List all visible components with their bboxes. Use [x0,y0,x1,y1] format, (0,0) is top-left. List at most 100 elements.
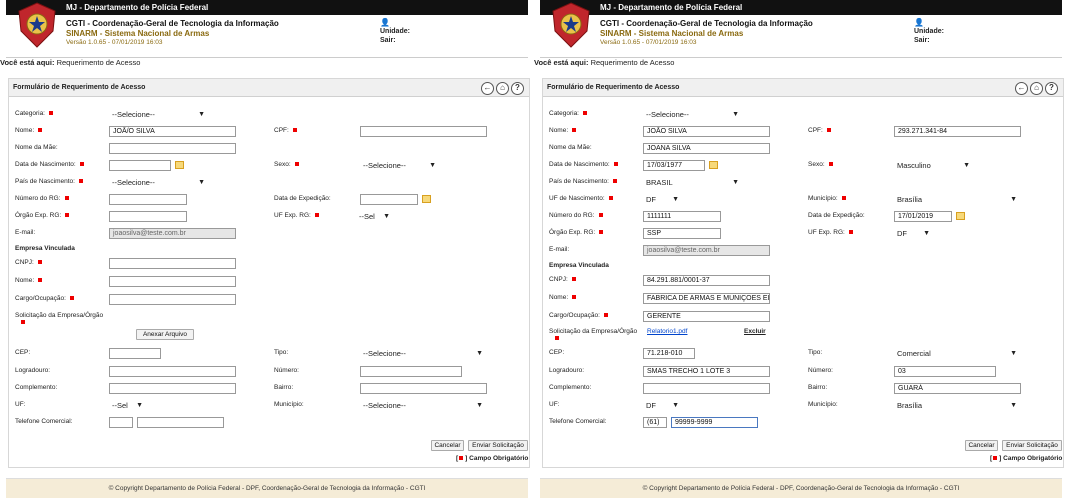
help-icon[interactable]: ? [511,82,524,95]
calendar-icon[interactable] [709,161,718,169]
sexo-select[interactable]: --Selecione-- ▼ [360,160,440,171]
excluir-link[interactable]: Excluir [744,328,766,335]
header-version: Versão 1.0.65 - 07/01/2019 16:03 [66,39,163,46]
cargo-label: Cargo/Ocupação: [15,295,74,302]
uf-label: UF: [549,401,560,408]
nome-mae-label: Nome da Mãe: [549,144,592,151]
orgao-exp-input[interactable]: SSP [643,228,721,239]
tipo-select[interactable]: --Selecione-- ▼ [360,348,487,359]
numero-rg-input[interactable]: 1111111 [643,211,721,222]
solicitacao-label: Solicitação da Empresa/Órgão [549,328,637,342]
uf-select[interactable]: DF ▼ [643,400,683,411]
email-input[interactable]: joaosilva@teste.com.br [643,245,770,256]
anexar-arquivo-button[interactable]: Anexar Arquivo [136,329,194,340]
nome-mae-input[interactable]: JOANA SILVA [643,143,770,154]
sair-link[interactable]: Sair: [914,37,930,44]
cnpj-input[interactable]: 84.291.881/0001-37 [643,275,770,286]
cpf-input[interactable]: 293.271.341-84 [894,126,1021,137]
tipo-select[interactable]: Comercial ▼ [894,348,1021,359]
numero-input[interactable] [360,366,462,377]
home-icon[interactable]: ⌂ [496,82,509,95]
ddd-input[interactable]: (61) [643,417,667,428]
cep-input[interactable]: 71.218-010 [643,348,695,359]
sexo-select[interactable]: Masculino ▼ [894,160,974,171]
footer: © Copyright Departamento de Polícia Fede… [6,478,528,498]
email-label: E-mail: [549,246,570,253]
email-input[interactable]: joaosilva@teste.com.br [109,228,236,239]
top-bar: MJ - Departamento de Polícia Federal [6,0,528,15]
back-icon[interactable]: ← [481,82,494,95]
required-note: [] Campo Obrigatório [456,455,529,462]
nome-input[interactable]: JOÃ/O SILVA [109,126,236,137]
cep-label: CEP: [15,349,31,356]
cargo-input[interactable] [109,294,236,305]
logradouro-input[interactable] [109,366,236,377]
pais-nasc-select[interactable]: --Selecione-- ▼ [109,177,209,188]
pais-nasc-label: País de Nascimento: [549,178,617,185]
breadcrumb: Você está aqui: Requerimento de Acesso [0,58,140,67]
cancel-button[interactable]: Cancelar [965,440,998,451]
breadcrumb-prefix: Você está aqui: [534,58,589,67]
data-exped-input[interactable] [360,194,418,205]
pais-nasc-select[interactable]: BRASIL ▼ [643,177,743,188]
ddd-input[interactable] [109,417,133,428]
header-line1: CGTI - Coordenação-Geral de Tecnologia d… [66,19,279,28]
cpf-input[interactable] [360,126,487,137]
data-exped-input[interactable]: 17/01/2019 [894,211,952,222]
cnpj-input[interactable] [109,258,236,269]
enviar-solicitacao-button[interactable]: Enviar Solicitação [1002,440,1062,451]
telefone-input[interactable] [137,417,224,428]
cargo-input[interactable]: GERENTE [643,311,770,322]
data-nasc-input[interactable]: 17/03/1977 [643,160,705,171]
help-icon[interactable]: ? [1045,82,1058,95]
arquivo-link[interactable]: Relatorio1.pdf [647,328,687,335]
municipio-select[interactable]: Brasília ▼ [894,400,1021,411]
bairro-input[interactable]: GUARÁ [894,383,1021,394]
empresa-nome-input[interactable] [109,276,236,287]
complemento-input[interactable] [109,383,236,394]
data-nasc-input[interactable] [109,160,171,171]
telefone-label: Telefone Comercial: [549,418,607,425]
orgao-exp-input[interactable] [109,211,187,222]
municipio-select[interactable]: --Selecione-- ▼ [360,400,487,411]
logradouro-label: Logradouro: [549,367,585,374]
categoria-select[interactable]: --Selecione-- ▼ [109,109,209,120]
home-icon[interactable]: ⌂ [1030,82,1043,95]
enviar-solicitacao-button[interactable]: Enviar Solicitação [468,440,528,451]
uf-label: UF: [15,401,26,408]
policia-federal-logo-icon [18,2,56,48]
uf-nasc-select[interactable]: DF ▼ [643,194,683,205]
cnpj-label: CNPJ: [15,259,42,266]
empresa-nome-input[interactable]: FABRICA DE ARMAS E MUNIÇOES EIF [643,293,770,304]
sexo-label: Sexo: [808,161,833,168]
nome-mae-input[interactable] [109,143,236,154]
municipio-label: Município: [808,401,838,408]
cep-input[interactable] [109,348,161,359]
right-panel: MJ - Departamento de Polícia Federal CGT… [534,0,1068,501]
data-exped-label: Data de Expedição: [808,212,865,219]
categoria-label: Categoria: [549,110,587,117]
cancel-button[interactable]: Cancelar [431,440,464,451]
calendar-icon[interactable] [422,195,431,203]
empresa-nome-label: Nome: [549,294,577,301]
complemento-input[interactable] [643,383,770,394]
top-bar: MJ - Departamento de Polícia Federal [540,0,1062,15]
empresa-nome-label: Nome: [15,277,43,284]
uf-select[interactable]: --Sel ▼ [109,400,147,411]
numero-rg-input[interactable] [109,194,187,205]
nome-input[interactable]: JOÃO SILVA [643,126,770,137]
user-icon[interactable]: 👤 [380,18,390,27]
uf-exp-select[interactable]: DF ▼ [894,228,934,239]
calendar-icon[interactable] [175,161,184,169]
logradouro-input[interactable]: SMAS TRECHO 1 LOTE 3 [643,366,770,377]
municipio-nasc-select[interactable]: Brasília ▼ [894,194,1021,205]
user-icon[interactable]: 👤 [914,18,924,27]
categoria-select[interactable]: --Selecione-- ▼ [643,109,743,120]
sair-link[interactable]: Sair: [380,37,396,44]
uf-exp-select[interactable]: --Sel ▼ [356,211,394,222]
telefone-input[interactable]: 99999-9999 [671,417,758,428]
numero-input[interactable]: 03 [894,366,996,377]
calendar-icon[interactable] [956,212,965,220]
bairro-input[interactable] [360,383,487,394]
back-icon[interactable]: ← [1015,82,1028,95]
